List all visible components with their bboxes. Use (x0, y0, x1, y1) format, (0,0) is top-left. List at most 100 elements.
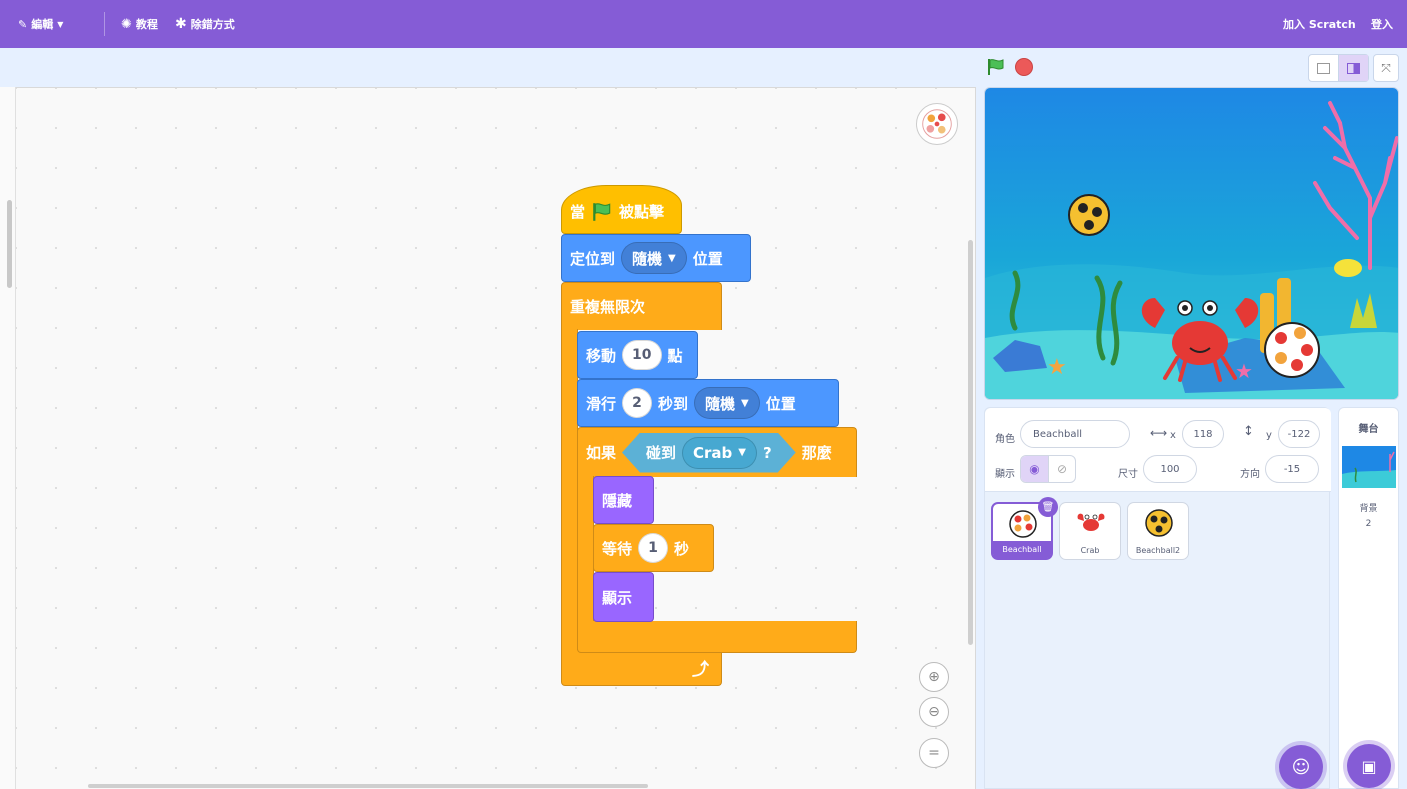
debug-label: 除錯方式 (190, 18, 235, 31)
crab-thumbnail (1077, 513, 1105, 531)
join-scratch-label: 加入 Scratch (1283, 18, 1356, 31)
direction-input[interactable]: -15 (1265, 455, 1319, 483)
join-scratch-link[interactable]: 加入 Scratch (1283, 0, 1356, 48)
zoom-in-icon: ⊕ (928, 669, 940, 685)
workspace-horizontal-scrollbar[interactable] (88, 784, 648, 788)
touching-block[interactable]: 碰到 Crab ▼ ? (622, 433, 796, 473)
glide-mid-label: 秒到 (658, 394, 689, 413)
zoom-in-button[interactable]: ⊕ (919, 662, 949, 692)
zoom-out-icon: ⊖ (928, 704, 940, 720)
stop-icon[interactable] (1015, 58, 1033, 76)
y-label: y (1266, 430, 1272, 441)
sign-in-link[interactable]: 登入 (1371, 0, 1393, 48)
stage-controls-bar: ⤧ (0, 48, 1407, 86)
sprite-name-input[interactable]: Beachball (1020, 420, 1130, 448)
size-input[interactable]: 100 (1143, 455, 1197, 483)
when-label: 當 (570, 203, 586, 221)
direction-label: 方向 (1240, 469, 1260, 480)
show-toggle-group: ◉ ⊘ (1020, 455, 1076, 483)
touching-question: ? (763, 443, 772, 462)
add-sprite-icon: ☺ (1291, 756, 1311, 778)
forever-block-bottom: ⤴ (561, 650, 722, 686)
beachball-thumbnail (1009, 510, 1037, 538)
menu-bar: ✎ 編輯 ▼ ✺ 教程 ✱ 除錯方式 加入 Scratch 登入 (0, 0, 1407, 48)
lightbulb-icon: ✺ (121, 16, 132, 32)
glide-block[interactable]: 滑行 2 秒到 隨機 ▼ 位置 (577, 379, 839, 427)
wait-label: 等待 (602, 539, 633, 558)
show-block[interactable]: 顯示 (593, 572, 654, 622)
glide-label: 滑行 (586, 394, 617, 413)
stage[interactable]: ★ ★ (984, 87, 1399, 400)
sprite-panel: 角色 Beachball ⟷ x 118 ↕ y -122 顯示 ◉ ⊘ 尺寸 … (984, 407, 1331, 789)
wait-secs-input[interactable]: 1 (638, 533, 669, 563)
if-label: 如果 (586, 444, 617, 462)
svg-text:★: ★ (1235, 359, 1253, 383)
fullscreen-icon[interactable]: ⤧ (1373, 54, 1399, 82)
delete-sprite-button[interactable]: 🗑 (1038, 497, 1058, 517)
tutorials-menu[interactable]: ✺ 教程 (121, 0, 158, 48)
y-input[interactable]: -122 (1278, 420, 1320, 448)
go-to-block[interactable]: 定位到 隨機 ▼ 位置 (561, 234, 751, 282)
glide-target-value: 隨機 (705, 394, 736, 413)
stage-selector[interactable]: 舞台 背景 2 (1338, 407, 1399, 789)
current-sprite-thumbnail (916, 103, 958, 145)
svg-text:★: ★ (1047, 355, 1067, 380)
chevron-down-icon: ▼ (668, 252, 676, 264)
x-input[interactable]: 118 (1182, 420, 1224, 448)
go-to-target-dropdown[interactable]: 隨機 ▼ (621, 242, 687, 274)
zoom-reset-icon: = (928, 745, 940, 761)
pencil-icon: ✎ (18, 17, 28, 31)
edit-menu[interactable]: ✎ 編輯 ▼ (18, 0, 63, 48)
stage-title: 舞台 (1358, 424, 1379, 435)
loop-arrow-icon: ⤴ (692, 660, 709, 680)
bug-icon: ✱ (175, 16, 187, 32)
forever-block-arm (561, 329, 578, 651)
forever-block[interactable]: 重複無限次 (561, 282, 722, 330)
if-block-arm (577, 476, 594, 622)
small-stage-mode-icon[interactable] (1309, 55, 1338, 81)
zoom-out-button[interactable]: ⊖ (919, 697, 949, 727)
if-block-bottom (577, 621, 857, 653)
normal-stage-mode-icon[interactable] (1338, 55, 1368, 81)
forever-label: 重複無限次 (570, 298, 646, 316)
chevron-down-icon: ▼ (57, 19, 64, 29)
glide-secs-input[interactable]: 2 (622, 388, 653, 418)
if-then-block[interactable]: 如果 碰到 Crab ▼ ? 那麼 (577, 427, 857, 477)
when-flag-clicked-block[interactable]: 當 被點擊 (561, 185, 682, 234)
zoom-reset-button[interactable]: = (919, 738, 949, 768)
tutorials-label: 教程 (135, 18, 158, 31)
touching-target-dropdown[interactable]: Crab ▼ (682, 437, 757, 469)
palette-scrollbar[interactable] (7, 200, 12, 288)
sprite-tile-label: Beachball2 (1135, 546, 1181, 555)
horizontal-arrows-icon: ⟷ (1150, 426, 1168, 440)
green-flag-icon (593, 202, 611, 221)
sprite-label: 角色 (995, 434, 1015, 445)
show-hidden-button[interactable]: ⊘ (1047, 456, 1075, 482)
sign-in-label: 登入 (1371, 18, 1393, 31)
green-flag-icon[interactable] (986, 57, 1006, 77)
choose-sprite-button[interactable]: ☺ (1279, 745, 1323, 789)
size-label: 尺寸 (1118, 469, 1138, 480)
show-visible-button[interactable]: ◉ (1021, 456, 1048, 482)
sprite-info: 角色 Beachball ⟷ x 118 ↕ y -122 顯示 ◉ ⊘ 尺寸 … (985, 408, 1331, 492)
wait-block[interactable]: 等待 1 秒 (593, 524, 714, 572)
sprite-tile-crab[interactable]: Crab (1059, 502, 1121, 560)
debug-menu[interactable]: ✱ 除錯方式 (175, 0, 235, 48)
move-steps-block[interactable]: 移動 10 點 (577, 331, 698, 379)
clicked-label: 被點擊 (619, 203, 665, 221)
trash-icon: 🗑 (1041, 501, 1055, 513)
sprite-tile-beachball[interactable]: Beachball 🗑 (991, 497, 1058, 560)
beachball2-thumbnail (1145, 509, 1173, 537)
choose-backdrop-button[interactable]: ▣ (1347, 744, 1391, 788)
glide-suffix: 位置 (765, 394, 796, 413)
glide-target-dropdown[interactable]: 隨機 ▼ (694, 387, 760, 419)
move-steps-input[interactable]: 10 (622, 340, 662, 370)
layout-toggle-group (1308, 54, 1369, 82)
menu-separator (104, 12, 105, 36)
wait-suffix: 秒 (674, 539, 690, 558)
workspace-vertical-scrollbar[interactable] (968, 240, 973, 645)
eye-icon: ◉ (1029, 462, 1040, 476)
hide-block[interactable]: 隱藏 (593, 476, 654, 524)
backdrops-label: 背景 (1359, 504, 1378, 514)
sprite-tile-beachball2[interactable]: Beachball2 (1127, 502, 1189, 560)
